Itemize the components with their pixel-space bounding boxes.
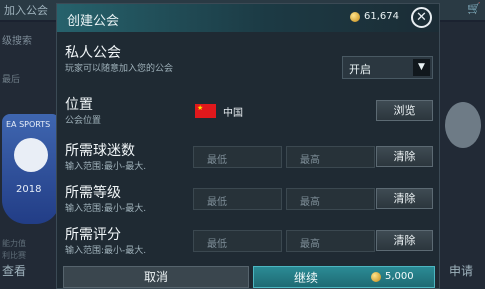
medal-icon [445,102,481,148]
required-level-description: 输入范围:最小-最大. [65,204,147,214]
coin-icon [350,11,360,22]
close-button[interactable]: ✕ [411,7,432,28]
private-guild-row: 私人公会 玩家可以随意加入您的公会 开启 ▼ [57,42,439,86]
continue-button[interactable]: 继续 5,000 [253,266,435,288]
fans-max-input[interactable]: 最高 [286,146,375,168]
continue-label: 继续 [294,271,319,285]
cancel-button[interactable]: 取消 [63,266,249,288]
private-guild-dropdown[interactable]: 开启 ▼ [342,56,433,79]
location-description: 公会位置 [65,116,102,126]
fans-min-input[interactable]: 最低 [193,146,282,168]
location-label: 位置 [65,97,93,113]
dialog-footer: 取消 继续 5,000 [57,266,439,288]
required-level-row: 所需等级 输入范围:最小-最大. 最低 最高 清除 [57,182,439,220]
rating-min-placeholder: 最低 [207,239,227,250]
required-rating-row: 所需评分 输入范围:最小-最大. 最低 最高 清除 [57,224,439,262]
required-rating-description: 输入范围:最小-最大. [65,246,147,256]
level-min-input[interactable]: 最低 [193,188,282,210]
dialog-header: 创建公会 61,674 ✕ [57,4,439,32]
required-level-label: 所需等级 [65,185,121,201]
required-fans-label: 所需球迷数 [65,143,135,159]
continue-price: 5,000 [371,271,414,282]
dialog-title: 创建公会 [67,14,120,29]
coin-balance: 61,674 [350,11,399,22]
location-row: 位置 公会位置 ★ 中国 浏览 [57,94,439,134]
rating-clear-button[interactable]: 清除 [376,230,433,251]
badge-brand-text: EA SPORTS [6,120,51,129]
rating-max-input[interactable]: 最高 [286,230,375,252]
chevron-down-icon: ▼ [413,59,430,76]
guild-badge-image: EA SPORTS 2018 [2,114,60,224]
soccer-ball-icon [14,138,48,172]
location-country: 中国 [223,108,243,119]
background-apply-button: 申请 [449,264,474,278]
level-min-placeholder: 最低 [207,197,227,208]
required-fans-row: 所需球迷数 输入范围:最小-最大. 最低 最高 清除 [57,140,439,178]
background-search-label: 级搜索 [2,36,32,47]
rating-min-input[interactable]: 最低 [193,230,282,252]
coin-icon [371,271,381,282]
background-stats: 能力值 利比赛 [2,238,26,262]
rating-max-placeholder: 最高 [300,239,320,250]
private-guild-label: 私人公会 [65,45,121,61]
continue-price-value: 5,000 [385,271,414,282]
coin-balance-value: 61,674 [364,11,399,22]
create-guild-dialog: 创建公会 61,674 ✕ 私人公会 玩家可以随意加入您的公会 开启 ▼ 位置 … [56,3,440,289]
background-view-button: 查看 [2,264,27,278]
fans-min-placeholder: 最低 [207,155,227,166]
cart-icon: 🛒 [467,2,481,15]
private-guild-dropdown-value: 开启 [349,63,371,76]
fans-clear-button[interactable]: 清除 [376,146,433,167]
required-fans-description: 输入范围:最小-最大. [65,162,147,172]
background-small-label: 最后 [2,75,21,85]
background-join-guild-tab: 加入公会 [4,4,48,17]
badge-year-text: 2018 [16,184,42,195]
level-max-placeholder: 最高 [300,197,320,208]
china-flag-icon: ★ [195,104,216,118]
level-clear-button[interactable]: 清除 [376,188,433,209]
background-right-panel: 申请 [437,22,485,289]
required-rating-label: 所需评分 [65,227,121,243]
level-max-input[interactable]: 最高 [286,188,375,210]
background-left-panel: 级搜索 最后 EA SPORTS 2018 能力值 利比赛 查看 [0,22,62,289]
background-stat-2: 利比赛 [2,251,26,260]
browse-button[interactable]: 浏览 [376,100,433,121]
private-guild-description: 玩家可以随意加入您的公会 [65,64,174,74]
close-icon: ✕ [416,10,427,25]
fans-max-placeholder: 最高 [300,155,320,166]
background-stat-1: 能力值 [2,239,26,248]
